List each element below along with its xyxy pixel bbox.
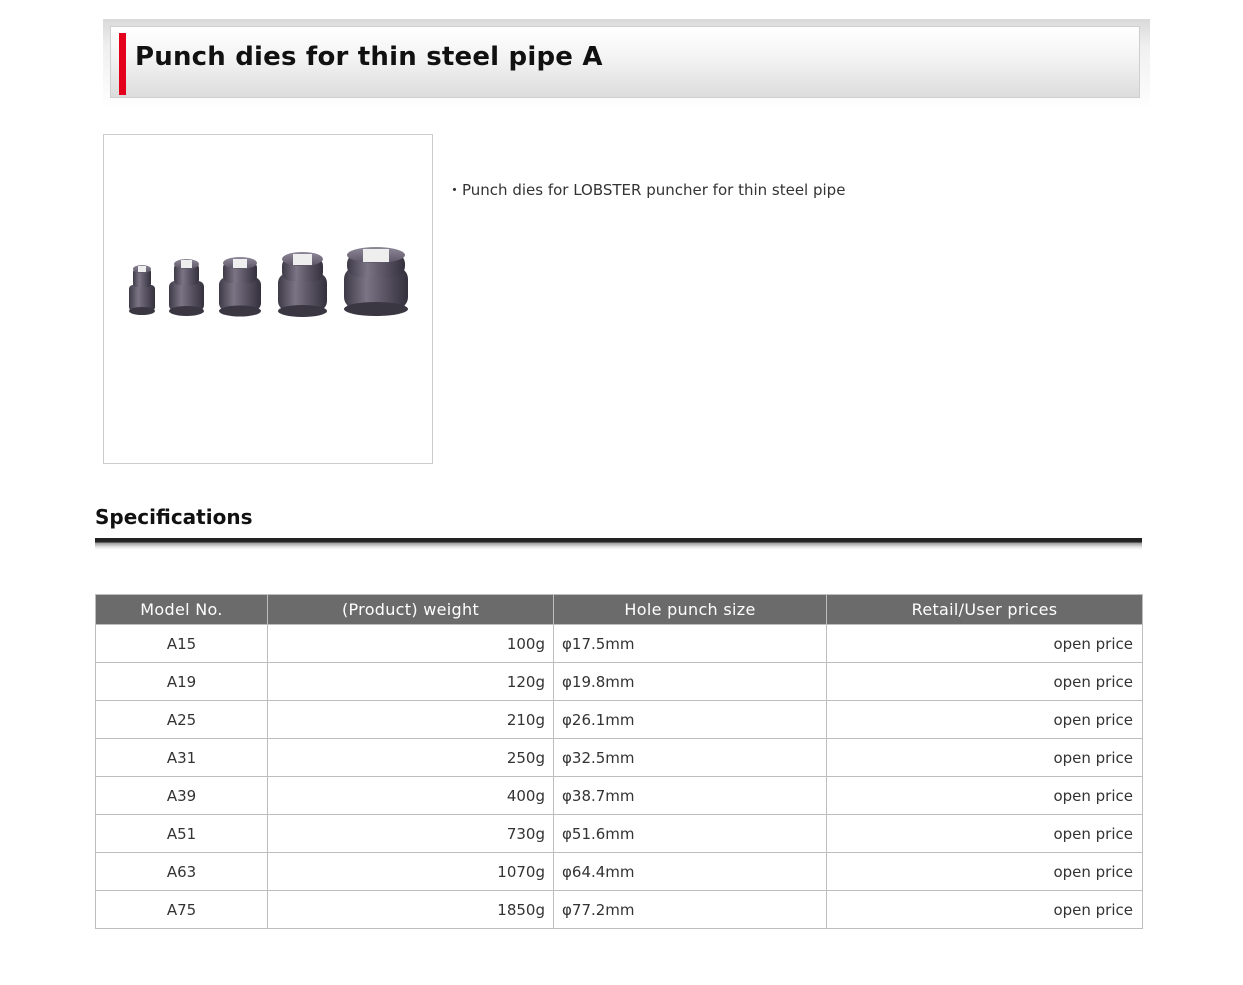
product-description: ・Punch dies for LOBSTER puncher for thin… xyxy=(447,181,846,199)
cell-price: open price xyxy=(826,814,1143,853)
cell-weight: 120g xyxy=(267,662,554,701)
cell-weight: 1850g xyxy=(267,890,554,929)
cell-price: open price xyxy=(826,738,1143,777)
page-title: Punch dies for thin steel pipe A xyxy=(135,42,603,72)
table-row: A19 120g φ19.8mm open price xyxy=(95,662,1143,701)
cell-weight: 250g xyxy=(267,738,554,777)
product-image xyxy=(129,247,408,317)
specifications-heading: Specifications xyxy=(95,505,253,529)
die-extra-large xyxy=(344,247,408,316)
table-row: A75 1850g φ77.2mm open price xyxy=(95,890,1143,929)
table-row: A39 400g φ38.7mm open price xyxy=(95,776,1143,815)
cell-weight: 210g xyxy=(267,700,554,739)
cell-price: open price xyxy=(826,890,1143,929)
cell-hole-size: φ26.1mm xyxy=(553,700,827,739)
cell-weight: 100g xyxy=(267,624,554,663)
die-small-2 xyxy=(169,259,204,316)
cell-weight: 1070g xyxy=(267,852,554,891)
table-header-row: Model No. (Product) weight Hole punch si… xyxy=(95,594,1143,625)
cell-model: A19 xyxy=(95,662,268,701)
title-bar: Punch dies for thin steel pipe A xyxy=(110,26,1140,98)
die-medium xyxy=(219,257,261,317)
title-accent-bar xyxy=(119,33,126,95)
cell-model: A25 xyxy=(95,700,268,739)
cell-hole-size: φ19.8mm xyxy=(553,662,827,701)
table-row: A15 100g φ17.5mm open price xyxy=(95,624,1143,663)
cell-model: A63 xyxy=(95,852,268,891)
header-model-no: Model No. xyxy=(95,594,268,625)
cell-hole-size: φ77.2mm xyxy=(553,890,827,929)
title-banner: Punch dies for thin steel pipe A xyxy=(103,19,1150,111)
table-row: A51 730g φ51.6mm open price xyxy=(95,814,1143,853)
table-row: A25 210g φ26.1mm open price xyxy=(95,700,1143,739)
cell-weight: 730g xyxy=(267,814,554,853)
product-image-frame xyxy=(103,134,433,464)
cell-hole-size: φ64.4mm xyxy=(553,852,827,891)
cell-price: open price xyxy=(826,624,1143,663)
die-large xyxy=(278,252,327,317)
header-hole-punch-size: Hole punch size xyxy=(553,594,827,625)
table-row: A31 250g φ32.5mm open price xyxy=(95,738,1143,777)
cell-price: open price xyxy=(826,700,1143,739)
cell-price: open price xyxy=(826,852,1143,891)
cell-hole-size: φ51.6mm xyxy=(553,814,827,853)
specifications-table: Model No. (Product) weight Hole punch si… xyxy=(95,594,1143,929)
cell-model: A39 xyxy=(95,776,268,815)
cell-model: A75 xyxy=(95,890,268,929)
cell-hole-size: φ38.7mm xyxy=(553,776,827,815)
cell-hole-size: φ17.5mm xyxy=(553,624,827,663)
cell-model: A51 xyxy=(95,814,268,853)
cell-price: open price xyxy=(826,776,1143,815)
table-row: A63 1070g φ64.4mm open price xyxy=(95,852,1143,891)
cell-price: open price xyxy=(826,662,1143,701)
heading-divider xyxy=(95,538,1142,550)
cell-weight: 400g xyxy=(267,776,554,815)
header-retail-price: Retail/User prices xyxy=(826,594,1143,625)
cell-hole-size: φ32.5mm xyxy=(553,738,827,777)
die-small-1 xyxy=(129,265,155,315)
header-weight: (Product) weight xyxy=(267,594,554,625)
cell-model: A15 xyxy=(95,624,268,663)
cell-model: A31 xyxy=(95,738,268,777)
